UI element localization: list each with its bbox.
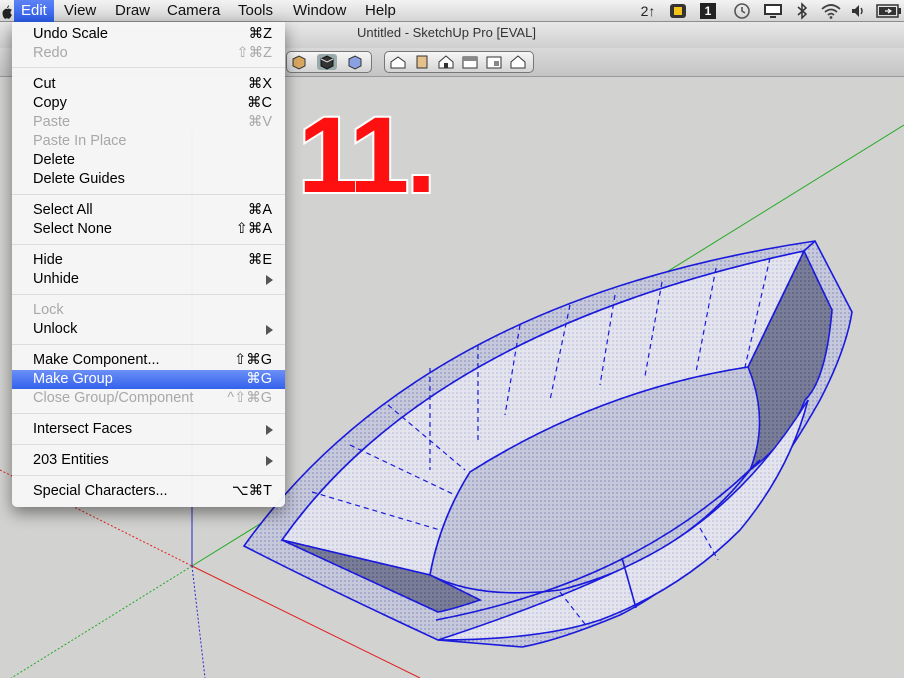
menu-item-delete-guides[interactable]: Delete Guides	[12, 170, 285, 189]
menu-view[interactable]: View	[57, 0, 103, 22]
menu-item-close-group-component[interactable]: Close Group/Component ^⇧⌘G	[12, 389, 285, 408]
menu-item-label: Delete	[33, 152, 75, 168]
left-view-icon[interactable]	[508, 54, 528, 70]
shortcut-label: ⌘A	[247, 202, 272, 218]
display-icon[interactable]	[762, 2, 784, 20]
menu-item-paste-in-place[interactable]: Paste In Place	[12, 132, 285, 151]
shortcut-label: ⌥⌘T	[231, 483, 272, 499]
shortcut-label: ⌘C	[247, 95, 272, 111]
menu-tools[interactable]: Tools	[231, 0, 280, 22]
menu-separator	[12, 344, 285, 345]
views-toolbar-group	[384, 51, 534, 73]
menu-item-label: Paste	[33, 114, 71, 130]
sync-icon[interactable]	[668, 2, 688, 20]
menu-separator	[12, 294, 285, 295]
menu-item-label: Delete Guides	[33, 171, 125, 187]
menu-bar: Edit View Draw Camera Tools Window Help …	[0, 0, 904, 22]
window-title: Untitled - SketchUp Pro [EVAL]	[357, 25, 536, 40]
menu-item-make-group[interactable]: Make Group ⌘G	[12, 370, 285, 389]
face-style-toolbar-group	[286, 51, 372, 73]
menu-item-lock[interactable]: Lock	[12, 301, 285, 320]
menu-item-special-characters[interactable]: Special Characters... ⌥⌘T	[12, 482, 285, 501]
menu-item-label: Make Component...	[33, 352, 160, 368]
hidden-line-style-icon[interactable]	[289, 54, 309, 70]
volume-icon[interactable]	[850, 2, 868, 20]
menu-item-cut[interactable]: Cut ⌘X	[12, 75, 285, 94]
menu-item-copy[interactable]: Copy ⌘C	[12, 94, 285, 113]
menu-item-label: Unhide	[33, 271, 79, 287]
shortcut-label: ⌘V	[247, 114, 272, 130]
shortcut-label: ^⇧⌘G	[227, 390, 272, 406]
spaces-indicator[interactable]: 2↑	[636, 0, 660, 22]
menu-separator	[12, 67, 285, 68]
shaded-style-icon[interactable]	[317, 54, 337, 70]
menu-item-delete[interactable]: Delete	[12, 151, 285, 170]
submenu-arrow-icon	[266, 425, 273, 435]
menu-item-hide[interactable]: Hide ⌘E	[12, 251, 285, 270]
submenu-arrow-icon	[266, 456, 273, 466]
menu-item-label: Intersect Faces	[33, 421, 133, 437]
shortcut-label: ⇧⌘G	[234, 352, 272, 368]
right-view-icon[interactable]	[460, 54, 480, 70]
battery-icon[interactable]	[876, 3, 902, 19]
menu-item-unhide[interactable]: Unhide	[12, 270, 285, 289]
menu-item-label: Cut	[33, 76, 56, 92]
menu-item-label: Unlock	[33, 321, 78, 337]
shortcut-label: ⇧⌘A	[235, 221, 272, 237]
iso-view-icon[interactable]	[388, 54, 408, 70]
menu-item-label: 203 Entities	[33, 452, 109, 468]
menu-item-redo[interactable]: Redo ⇧⌘Z	[12, 44, 285, 63]
shortcut-label: ⌘E	[247, 252, 272, 268]
xray-style-icon[interactable]	[345, 54, 365, 70]
blue-axis-dotted	[191, 565, 206, 678]
edit-menu-dropdown: Undo Scale ⌘Z Redo ⇧⌘Z Cut ⌘X Copy ⌘C Pa…	[12, 22, 285, 507]
menu-separator	[12, 413, 285, 414]
menu-item-unlock[interactable]: Unlock	[12, 320, 285, 339]
menu-item-undo-scale[interactable]: Undo Scale ⌘Z	[12, 25, 285, 44]
top-view-icon[interactable]	[412, 54, 432, 70]
menu-item-label: Lock	[33, 302, 64, 318]
menu-item-paste[interactable]: Paste ⌘V	[12, 113, 285, 132]
menu-separator	[12, 475, 285, 476]
menu-draw[interactable]: Draw	[108, 0, 157, 22]
menu-item-select-all[interactable]: Select All ⌘A	[12, 201, 285, 220]
menu-item-label: Make Group	[33, 371, 113, 387]
menu-item-label: Copy	[33, 95, 67, 111]
step-number-overlay: 11.	[298, 94, 433, 215]
menu-item-label: Close Group/Component	[33, 390, 194, 406]
boat-model[interactable]	[242, 240, 853, 648]
menu-help[interactable]: Help	[358, 0, 403, 22]
time-machine-icon[interactable]	[732, 2, 752, 20]
menu-item-label: Special Characters...	[33, 483, 168, 499]
submenu-arrow-icon	[266, 275, 273, 285]
menu-separator	[12, 244, 285, 245]
shortcut-label: ⌘Z	[248, 26, 272, 42]
green-axis-dotted	[10, 565, 193, 678]
apple-menu-icon[interactable]	[0, 0, 14, 22]
menu-separator	[12, 194, 285, 195]
wifi-icon[interactable]	[820, 2, 842, 20]
submenu-arrow-icon	[266, 325, 273, 335]
menu-item-label: Paste In Place	[33, 133, 127, 149]
shortcut-label: ⌘G	[246, 371, 272, 387]
menu-item-label: Redo	[33, 45, 68, 61]
desktop-number-badge[interactable]: 1	[700, 3, 716, 19]
front-view-icon[interactable]	[436, 54, 456, 70]
bluetooth-icon[interactable]	[796, 2, 808, 20]
menu-camera[interactable]: Camera	[160, 0, 227, 22]
back-view-icon[interactable]	[484, 54, 504, 70]
menu-item-label: Select None	[33, 221, 112, 237]
menu-window[interactable]: Window	[286, 0, 353, 22]
shortcut-label: ⇧⌘Z	[236, 45, 272, 61]
menu-item-label: Undo Scale	[33, 26, 108, 42]
menu-separator	[12, 444, 285, 445]
menu-item-intersect-faces[interactable]: Intersect Faces	[12, 420, 285, 439]
menu-edit[interactable]: Edit	[14, 0, 54, 22]
menu-item-make-component[interactable]: Make Component... ⇧⌘G	[12, 351, 285, 370]
menu-item-label: Hide	[33, 252, 63, 268]
menu-item-select-none[interactable]: Select None ⇧⌘A	[12, 220, 285, 239]
shortcut-label: ⌘X	[247, 76, 272, 92]
menu-item-entities[interactable]: 203 Entities	[12, 451, 285, 470]
menu-item-label: Select All	[33, 202, 93, 218]
